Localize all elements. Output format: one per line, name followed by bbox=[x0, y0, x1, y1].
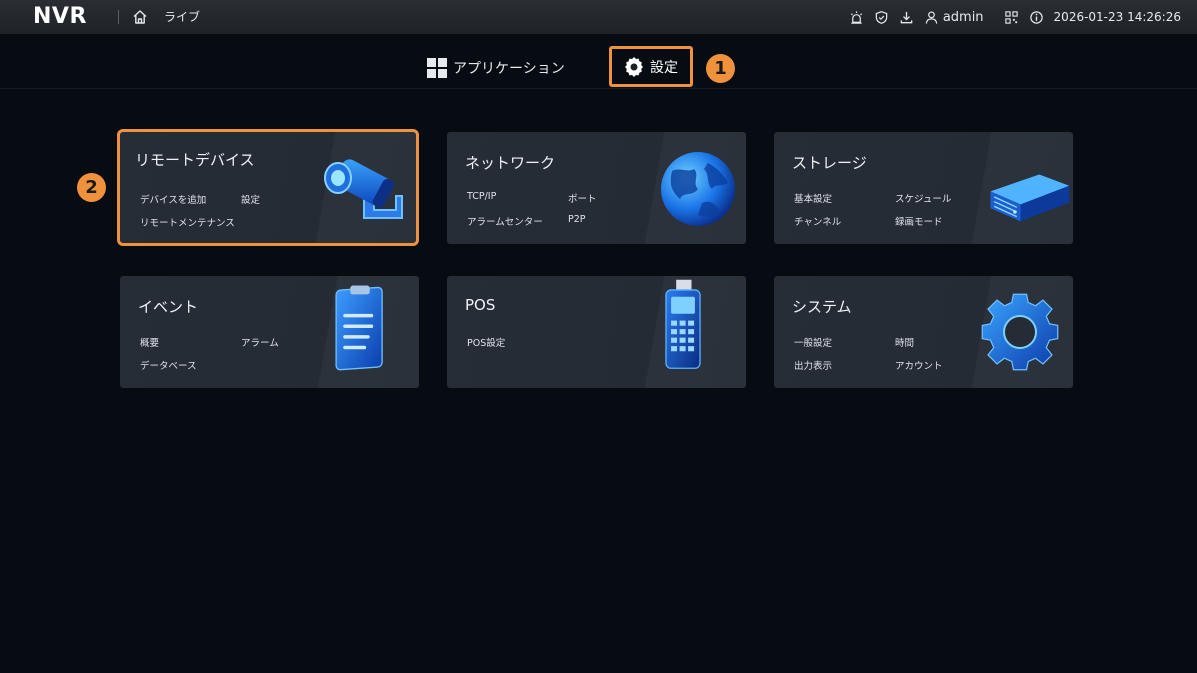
tab-applications-label: アプリケーション bbox=[453, 61, 565, 77]
clipboard-icon bbox=[335, 285, 383, 371]
hard-drive-icon bbox=[990, 174, 1070, 222]
link-overview[interactable]: 概要 bbox=[140, 335, 159, 349]
grid-icon bbox=[427, 58, 447, 78]
link-basic-settings[interactable]: 基本設定 bbox=[794, 191, 832, 205]
card-storage[interactable]: ストレージ 基本設定 スケジュール チャンネル 録画モード bbox=[774, 132, 1073, 244]
card-title: ストレージ bbox=[792, 154, 867, 172]
username: admin bbox=[942, 9, 984, 25]
status-area: admin 2026-01-23 14:26:26 bbox=[849, 0, 1181, 34]
link-time[interactable]: 時間 bbox=[895, 335, 914, 349]
shield-icon[interactable] bbox=[874, 10, 889, 25]
link-account[interactable]: アカウント bbox=[895, 358, 943, 372]
link-record-mode[interactable]: 録画モード bbox=[895, 214, 943, 228]
card-event[interactable]: イベント 概要 アラーム データベース bbox=[120, 276, 419, 388]
card-system[interactable]: システム 一般設定 時間 出力表示 アカウント bbox=[774, 276, 1073, 388]
link-p2p[interactable]: P2P bbox=[568, 214, 586, 225]
card-network[interactable]: ネットワーク TCP/IP ポート アラームセンター P2P bbox=[447, 132, 746, 244]
card-title: システム bbox=[792, 298, 852, 316]
pos-terminal-icon bbox=[665, 279, 701, 369]
alarm-light-icon[interactable] bbox=[849, 10, 864, 25]
top-bar: NVR ライブ admin 2026-01-23 14:26:26 bbox=[0, 0, 1197, 34]
tabs-divider bbox=[0, 88, 1197, 89]
card-title: リモートデバイス bbox=[135, 151, 255, 169]
link-device-settings[interactable]: 設定 bbox=[241, 192, 260, 206]
card-remote-device[interactable]: リモートデバイス デバイスを追加 設定 リモートメンテナンス bbox=[117, 129, 419, 246]
qr-code-icon[interactable] bbox=[1004, 10, 1019, 25]
link-database[interactable]: データベース bbox=[140, 358, 197, 372]
user-menu[interactable]: admin bbox=[924, 10, 984, 25]
user-icon bbox=[925, 10, 938, 24]
card-title: ネットワーク bbox=[465, 154, 556, 172]
link-port[interactable]: ポート bbox=[568, 191, 597, 205]
link-tcp-ip[interactable]: TCP/IP bbox=[467, 191, 496, 202]
card-title: POS bbox=[465, 296, 496, 314]
link-pos-settings[interactable]: POS設定 bbox=[467, 335, 505, 349]
nav-live[interactable]: ライブ bbox=[164, 8, 200, 25]
camera-icon bbox=[324, 159, 403, 219]
link-general-settings[interactable]: 一般設定 bbox=[794, 335, 832, 349]
link-alarm[interactable]: アラーム bbox=[241, 335, 279, 349]
tab-settings[interactable]: 設定 bbox=[609, 46, 693, 87]
download-icon[interactable] bbox=[899, 10, 914, 25]
step-marker-2: 2 bbox=[77, 173, 106, 202]
link-alarm-center[interactable]: アラームセンター bbox=[467, 214, 543, 228]
gear-icon bbox=[981, 293, 1059, 371]
divider bbox=[118, 10, 119, 24]
link-schedule[interactable]: スケジュール bbox=[895, 191, 951, 205]
link-remote-maintenance[interactable]: リモートメンテナンス bbox=[140, 215, 235, 229]
gear-icon bbox=[625, 56, 643, 77]
link-add-device[interactable]: デバイスを追加 bbox=[140, 192, 206, 206]
globe-icon bbox=[661, 152, 735, 226]
card-pos[interactable]: POS POS設定 bbox=[447, 276, 746, 388]
link-output-display[interactable]: 出力表示 bbox=[794, 358, 832, 372]
datetime: 2026-01-23 14:26:26 bbox=[1053, 10, 1181, 24]
card-title: イベント bbox=[138, 298, 199, 316]
tab-settings-label: 設定 bbox=[650, 59, 678, 76]
info-icon[interactable] bbox=[1029, 10, 1044, 25]
home-icon[interactable] bbox=[132, 9, 148, 25]
link-channel[interactable]: チャンネル bbox=[794, 214, 841, 228]
brand-logo: NVR bbox=[33, 4, 87, 29]
tab-applications[interactable]: アプリケーション bbox=[427, 58, 565, 78]
step-marker-1: 1 bbox=[706, 54, 735, 83]
